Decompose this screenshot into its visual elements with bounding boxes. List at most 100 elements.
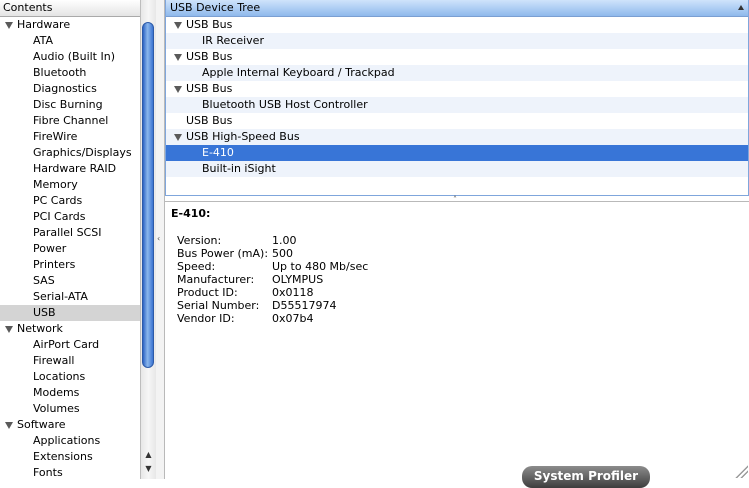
property-value: 0x07b4: [272, 312, 314, 325]
sidebar-item-label: ATA: [33, 34, 54, 47]
property-key: Serial Number:: [177, 299, 260, 312]
usb-device-row[interactable]: IR Receiver: [166, 33, 748, 49]
disclosure-triangle-icon[interactable]: [174, 86, 182, 93]
usb-bus-row[interactable]: USB High-Speed Bus: [166, 129, 748, 145]
property-key: Version:: [177, 234, 222, 247]
property-row: Bus Power (mA): 500: [177, 247, 368, 260]
sidebar-item-usb[interactable]: USB: [0, 305, 140, 321]
usb-bus-row[interactable]: USB Bus: [166, 81, 748, 97]
property-key: Vendor ID:: [177, 312, 235, 325]
sidebar-item-audio-built-in[interactable]: Audio (Built In): [0, 49, 140, 65]
sidebar-item-label: Hardware RAID: [33, 162, 117, 175]
usb-bus-row[interactable]: USB Bus: [166, 49, 748, 65]
device-properties: Version: 1.00 Bus Power (mA): 500 Speed: Up t…: [177, 234, 368, 325]
sidebar-item-modems[interactable]: Modems: [0, 385, 140, 401]
sidebar-item-disc-burning[interactable]: Disc Burning: [0, 97, 140, 113]
sidebar-item-label: Diagnostics: [33, 82, 97, 95]
usb-device-label: Apple Internal Keyboard / Trackpad: [202, 66, 395, 79]
disclosure-triangle-icon[interactable]: [5, 22, 13, 29]
sidebar-item-serial-ata[interactable]: Serial-ATA: [0, 289, 140, 305]
splitter-grip-icon: ‹: [157, 234, 161, 243]
property-key: Speed:: [177, 260, 216, 273]
sidebar-item-airport-card[interactable]: AirPort Card: [0, 337, 140, 353]
sidebar-item-label: Locations: [33, 370, 86, 383]
sidebar-item-extensions[interactable]: Extensions: [0, 449, 140, 465]
sidebar-item-power[interactable]: Power: [0, 241, 140, 257]
sidebar-item-bluetooth[interactable]: Bluetooth: [0, 65, 140, 81]
disclosure-triangle-icon[interactable]: [174, 54, 182, 61]
sidebar-item-label: PCI Cards: [33, 210, 86, 223]
sidebar-item-label: Applications: [33, 434, 101, 447]
sidebar-item-memory[interactable]: Memory: [0, 177, 140, 193]
sort-ascending-icon: [738, 5, 744, 10]
sidebar-item-pci-cards[interactable]: PCI Cards: [0, 209, 140, 225]
disclosure-triangle-icon[interactable]: [5, 326, 13, 333]
sidebar-item-fonts[interactable]: Fonts: [0, 465, 140, 479]
scroll-down-arrow-icon[interactable]: ▼: [142, 462, 155, 476]
sidebar-item-label: Modems: [33, 386, 80, 399]
sidebar-item-label: Power: [33, 242, 67, 255]
scroll-up-arrow-icon[interactable]: ▲: [142, 448, 155, 462]
pane-splitter[interactable]: ‹: [156, 0, 165, 479]
disclosure-triangle-icon[interactable]: [5, 422, 13, 429]
property-value: 1.00: [272, 234, 297, 247]
sidebar-item-volumes[interactable]: Volumes: [0, 401, 140, 417]
usb-device-row[interactable]: Apple Internal Keyboard / Trackpad: [166, 65, 748, 81]
sidebar-item-label: Parallel SCSI: [33, 226, 102, 239]
sidebar-item-sas[interactable]: SAS: [0, 273, 140, 289]
usb-device-row[interactable]: E-410: [166, 145, 748, 161]
sidebar-category-software[interactable]: Software: [0, 417, 140, 433]
property-value: 500: [272, 247, 293, 260]
disclosure-triangle-icon[interactable]: [174, 22, 182, 29]
sidebar-item-label: Fonts: [33, 466, 63, 479]
usb-device-row[interactable]: Built-in iSight: [166, 161, 748, 177]
sidebar-category-hardware[interactable]: Hardware: [0, 17, 140, 33]
sidebar-item-label: Memory: [33, 178, 78, 191]
sidebar-item-hardware-raid[interactable]: Hardware RAID: [0, 161, 140, 177]
property-value: D55517974: [272, 299, 337, 312]
sidebar-item-diagnostics[interactable]: Diagnostics: [0, 81, 140, 97]
sidebar-category-label: Software: [17, 418, 66, 431]
sidebar-item-firewire[interactable]: FireWire: [0, 129, 140, 145]
usb-bus-label: USB Bus: [186, 114, 233, 127]
usb-bus-row[interactable]: USB Bus: [166, 113, 748, 129]
usb-bus-label: USB High-Speed Bus: [186, 130, 300, 143]
property-row: Vendor ID: 0x07b4: [177, 312, 368, 325]
sidebar-item-printers[interactable]: Printers: [0, 257, 140, 273]
sidebar-item-label: Printers: [33, 258, 76, 271]
usb-bus-label: USB Bus: [186, 18, 233, 31]
sidebar-item-ata[interactable]: ATA: [0, 33, 140, 49]
sidebar-item-label: USB: [33, 306, 56, 319]
sidebar-item-label: AirPort Card: [33, 338, 100, 351]
property-value: 0x0118: [272, 286, 314, 299]
sidebar-item-parallel-scsi[interactable]: Parallel SCSI: [0, 225, 140, 241]
sidebar-item-label: Bluetooth: [33, 66, 87, 79]
sidebar-item-label: Graphics/Displays: [33, 146, 132, 159]
usb-device-tree-header[interactable]: USB Device Tree: [166, 0, 748, 17]
sidebar-category-label: Network: [17, 322, 63, 335]
usb-bus-label: USB Bus: [186, 82, 233, 95]
sidebar-item-pc-cards[interactable]: PC Cards: [0, 193, 140, 209]
sidebar-item-label: Audio (Built In): [33, 50, 116, 63]
sidebar-item-graphics-displays[interactable]: Graphics/Displays: [0, 145, 140, 161]
usb-device-label: Bluetooth USB Host Controller: [202, 98, 368, 111]
usb-device-label: Built-in iSight: [202, 162, 276, 175]
window-resize-grip-icon[interactable]: [734, 464, 748, 478]
sidebar-item-fibre-channel[interactable]: Fibre Channel: [0, 113, 140, 129]
sidebar-item-locations[interactable]: Locations: [0, 369, 140, 385]
contents-scrollbar[interactable]: ▲ ▼: [140, 0, 156, 479]
contents-column-header[interactable]: Contents: [0, 0, 141, 17]
usb-device-tree-title: USB Device Tree: [170, 1, 261, 14]
sidebar-item-label: FireWire: [33, 130, 78, 143]
sidebar-item-label: SAS: [33, 274, 55, 287]
disclosure-triangle-icon[interactable]: [174, 134, 182, 141]
sidebar-item-firewall[interactable]: Firewall: [0, 353, 140, 369]
contents-header-label: Contents: [3, 1, 53, 14]
contents-scroll-thumb[interactable]: [142, 22, 154, 368]
usb-device-row[interactable]: Bluetooth USB Host Controller: [166, 97, 748, 113]
sidebar-item-label: Firewall: [33, 354, 75, 367]
usb-bus-row[interactable]: USB Bus: [166, 17, 748, 33]
sidebar-category-network[interactable]: Network: [0, 321, 140, 337]
app-name-badge: System Profiler: [522, 466, 650, 488]
sidebar-item-applications[interactable]: Applications: [0, 433, 140, 449]
